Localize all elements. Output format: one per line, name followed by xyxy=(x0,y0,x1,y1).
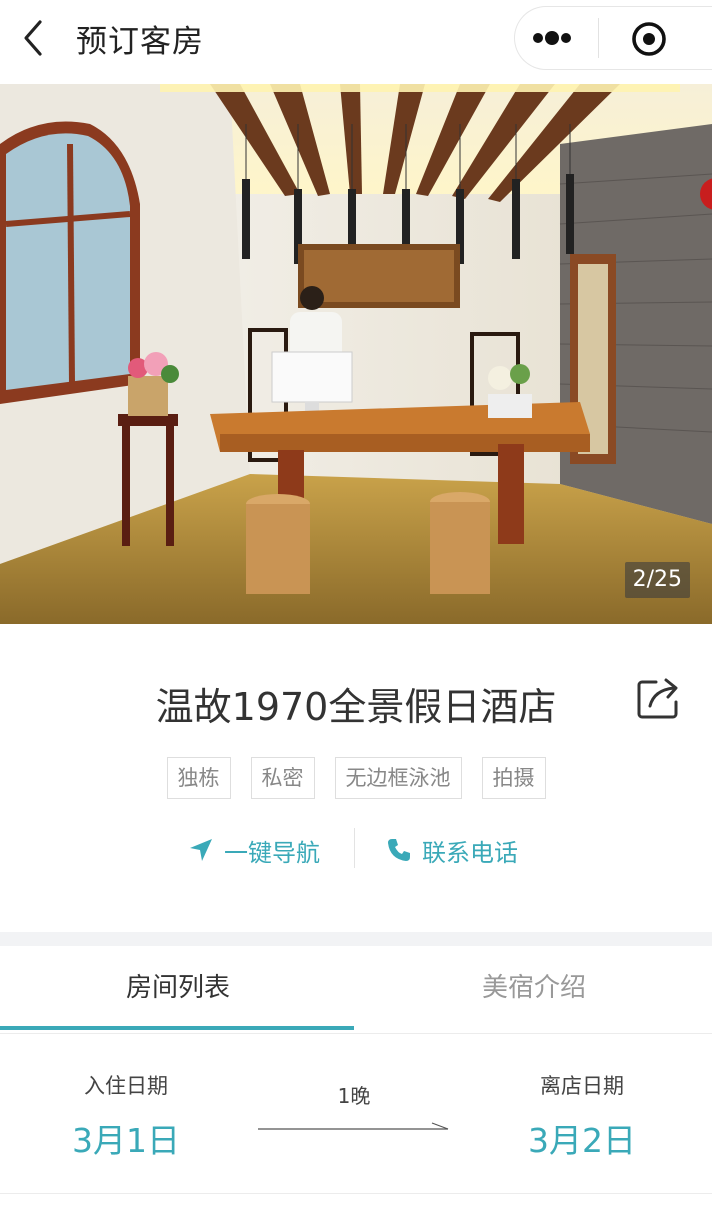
phone-icon xyxy=(388,839,410,861)
date-selector: 入住日期 3月1日 1晚 离店日期 3月2日 xyxy=(0,1034,712,1194)
back-arrow-icon[interactable] xyxy=(14,14,54,62)
hotel-tags: 独栋 私密 无边框泳池 拍摄 xyxy=(0,757,712,799)
tag-item: 无边框泳池 xyxy=(334,757,462,799)
checkin-label: 入住日期 xyxy=(84,1074,168,1098)
navigate-label: 一键导航 xyxy=(224,838,320,867)
photo-counter: 2/25 xyxy=(624,562,690,598)
nights-count: 1晚 xyxy=(337,1084,371,1108)
checkout-date[interactable]: 离店日期 3月2日 xyxy=(482,1070,682,1162)
section-gap xyxy=(0,932,712,946)
top-nav-bar: 预订客房 xyxy=(0,0,712,84)
page-title: 预订客房 xyxy=(76,24,204,60)
checkout-label: 离店日期 xyxy=(540,1074,624,1098)
tag-item: 拍摄 xyxy=(481,757,546,799)
call-button[interactable]: 联系电话 xyxy=(386,828,518,872)
hotel-photo-carousel[interactable]: 2/25 xyxy=(0,84,712,624)
tab-room-list[interactable]: 房间列表 xyxy=(0,946,356,1030)
tag-item: 独栋 xyxy=(166,757,231,799)
checkin-date[interactable]: 入住日期 3月1日 xyxy=(26,1070,226,1162)
share-icon[interactable] xyxy=(636,674,682,720)
checkout-value: 3月2日 xyxy=(528,1121,636,1160)
navigation-arrow-icon xyxy=(190,839,212,861)
action-row: 一键导航 联系电话 xyxy=(0,828,712,872)
navigate-button[interactable]: 一键导航 xyxy=(188,828,320,872)
hotel-name: 温故1970全景假日酒店 xyxy=(155,685,557,729)
arrow-right-icon xyxy=(256,1118,452,1132)
checkin-value: 3月1日 xyxy=(72,1121,180,1160)
hotel-info-section: 温故1970全景假日酒店 独栋 私密 无边框泳池 拍摄 一键导航 联系电话 xyxy=(0,624,712,932)
call-label: 联系电话 xyxy=(422,838,518,867)
tab-hotel-intro[interactable]: 美宿介绍 xyxy=(356,946,712,1030)
active-tab-indicator xyxy=(0,1026,354,1030)
action-divider xyxy=(354,828,355,868)
target-icon[interactable] xyxy=(610,8,688,68)
more-dots-icon[interactable] xyxy=(518,8,598,68)
lobby-photo xyxy=(0,84,712,624)
tag-item: 私密 xyxy=(250,757,315,799)
tab-bar: 房间列表 美宿介绍 xyxy=(0,946,712,1034)
capsule-divider xyxy=(598,18,599,58)
